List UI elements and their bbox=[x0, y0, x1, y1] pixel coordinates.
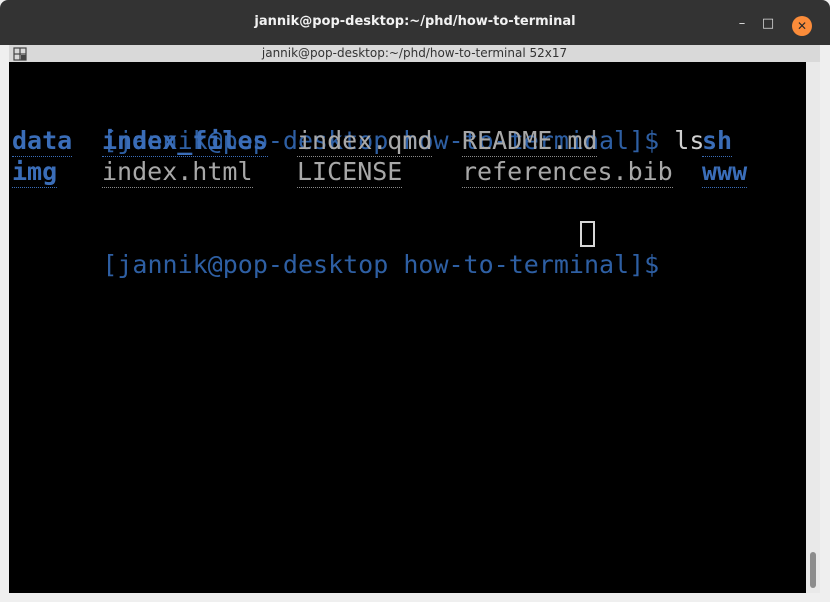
dir-entry: index_files bbox=[102, 126, 268, 157]
ls-output-row-1: data index_files index.qmd README.md sh bbox=[12, 125, 802, 157]
minimize-button[interactable]: – bbox=[733, 14, 751, 32]
terminal-area[interactable]: [jannik@pop-desktop how-to-terminal]$ ls… bbox=[9, 62, 806, 593]
prompt-line-2: [jannik@pop-desktop how-to-terminal]$ bbox=[12, 218, 802, 279]
prompt-text: [jannik@pop-desktop how-to-terminal]$ bbox=[102, 250, 660, 279]
ls-output-row-2: img index.html LICENSE references.bib ww… bbox=[12, 156, 802, 188]
file-entry: README.md bbox=[462, 126, 598, 157]
window-bottom-edge bbox=[9, 593, 820, 602]
prompt-line-1: [jannik@pop-desktop how-to-terminal]$ ls bbox=[12, 94, 704, 155]
file-entry: LICENSE bbox=[297, 157, 403, 188]
text-cursor bbox=[580, 221, 595, 247]
file-entry: references.bib bbox=[462, 157, 673, 188]
close-button[interactable]: ✕ bbox=[792, 16, 812, 36]
file-entry: index.qmd bbox=[297, 126, 433, 157]
dir-entry: sh bbox=[702, 126, 733, 157]
tab-bar: jannik@pop-desktop:~/phd/how-to-terminal… bbox=[9, 45, 820, 63]
dir-entry: data bbox=[12, 126, 73, 157]
dir-entry: img bbox=[12, 157, 58, 188]
title-bar[interactable]: jannik@pop-desktop:~/phd/how-to-terminal… bbox=[0, 0, 830, 45]
maximize-button[interactable]: □ bbox=[759, 14, 777, 32]
scrollbar-thumb[interactable] bbox=[810, 552, 816, 588]
scrollbar[interactable] bbox=[806, 62, 820, 593]
tab-title[interactable]: jannik@pop-desktop:~/phd/how-to-terminal… bbox=[9, 46, 820, 60]
dir-entry: www bbox=[702, 157, 748, 188]
file-entry: index.html bbox=[102, 157, 253, 188]
window-title: jannik@pop-desktop:~/phd/how-to-terminal bbox=[254, 14, 576, 29]
terminal-window: jannik@pop-desktop:~/phd/how-to-terminal… bbox=[0, 0, 830, 602]
